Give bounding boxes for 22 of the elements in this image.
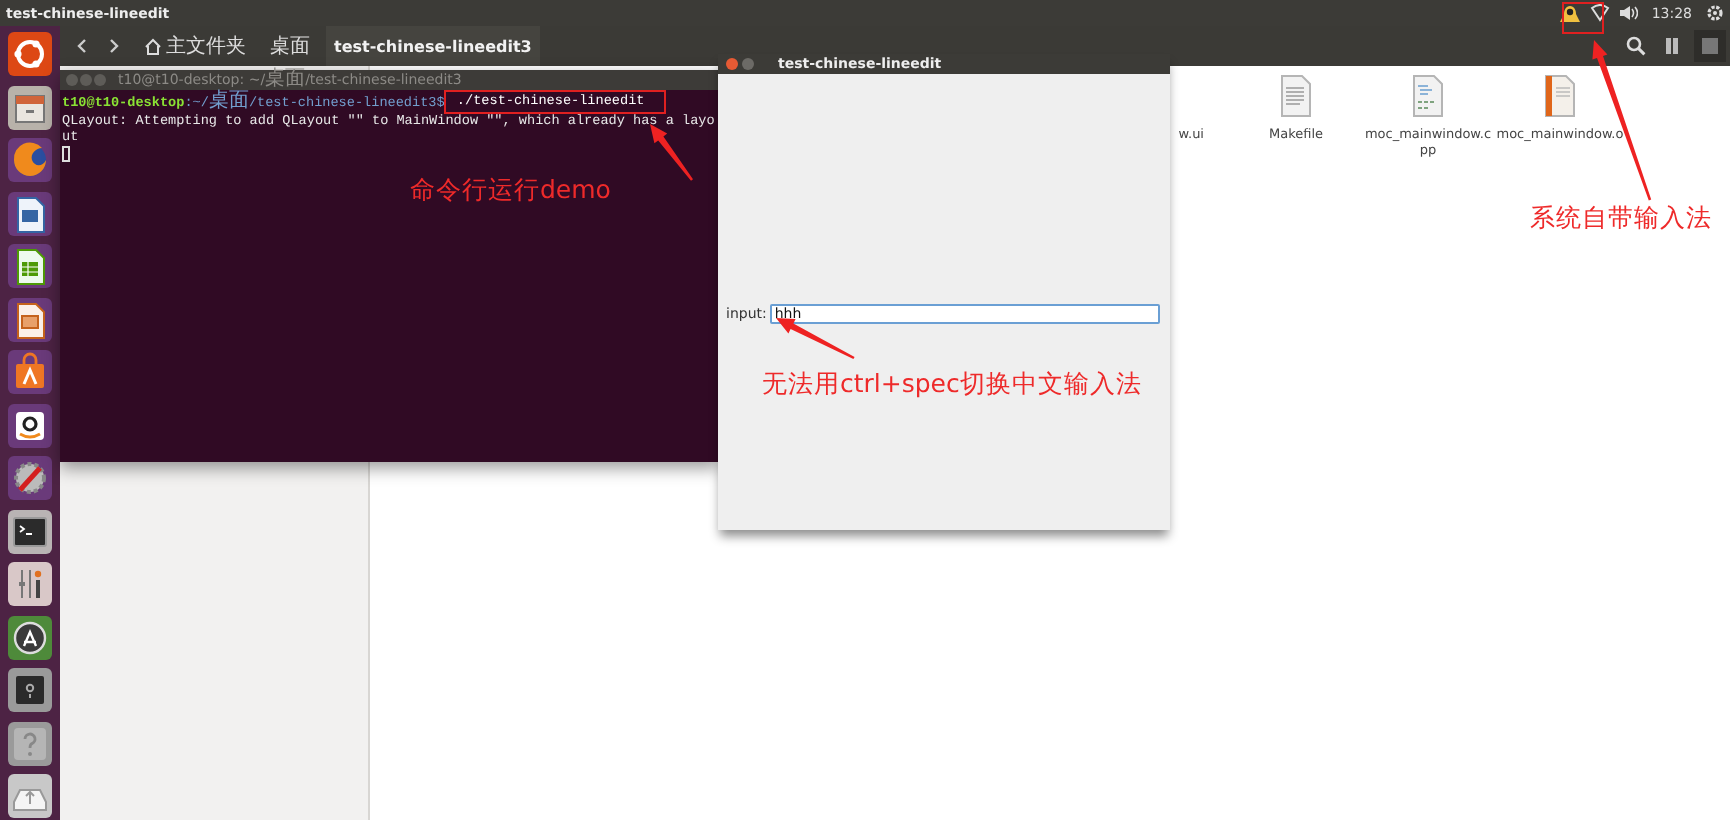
keyboard-input-icon[interactable] — [1557, 3, 1582, 23]
forward-icon[interactable] — [104, 34, 124, 58]
close-button[interactable] — [726, 58, 738, 70]
home-icon — [144, 37, 162, 55]
highlight-frame — [1562, 2, 1604, 34]
file-icon[interactable] — [1408, 74, 1448, 118]
wifi-icon[interactable] — [1589, 4, 1610, 22]
annotation-note: 系统自带输入法 — [1530, 202, 1712, 236]
breadcrumb-button[interactable]: 主文件夹 — [136, 26, 254, 66]
globe-icon[interactable] — [8, 138, 52, 182]
settings-icon[interactable] — [1706, 4, 1724, 22]
gear-icon[interactable] — [8, 456, 52, 500]
speaker-icon[interactable] — [1617, 4, 1638, 22]
annotation-note: 命令行运行demo — [410, 174, 611, 208]
annotation-note: 无法用ctrl+spec切换中文输入法 — [762, 368, 1142, 402]
arrow — [772, 314, 860, 362]
breadcrumb-button[interactable]: test-chinese-lineedit3 — [326, 26, 540, 66]
search-icon[interactable] — [1622, 32, 1650, 60]
breadcrumb-button[interactable]: 桌面 — [262, 26, 318, 66]
back-icon[interactable] — [72, 34, 92, 58]
text-cursor — [62, 146, 70, 162]
file-icon[interactable] — [1540, 74, 1580, 118]
